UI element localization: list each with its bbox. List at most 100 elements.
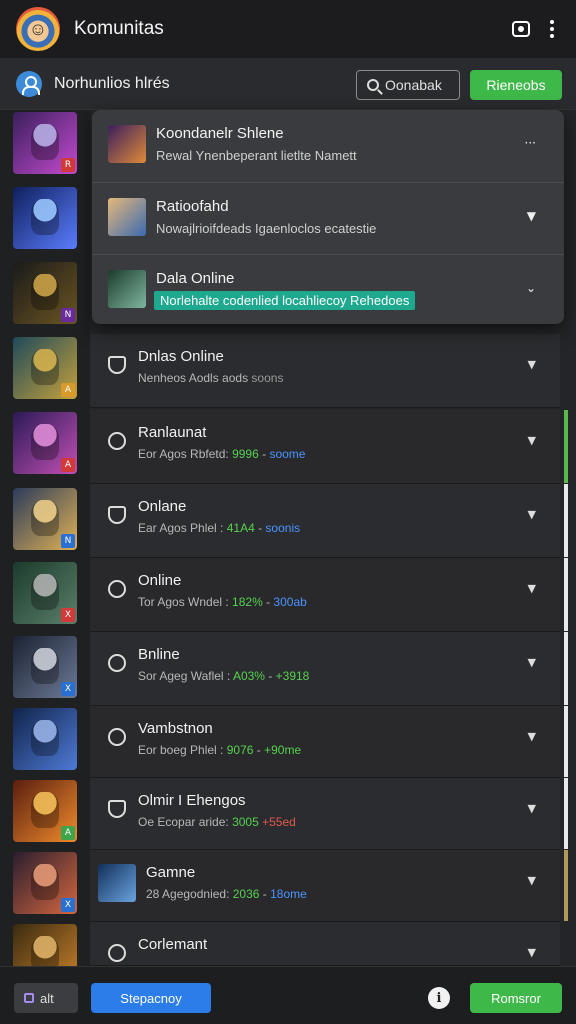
popover-item-title: Koondanelr Shlene bbox=[156, 125, 284, 142]
chevron-down-icon[interactable]: ▼ bbox=[528, 582, 536, 595]
list-item[interactable]: Onlane Ear Agos Phlel : 41A4 - soonis ▼ bbox=[90, 484, 568, 558]
shield-icon bbox=[108, 506, 126, 524]
popover-item-subtitle: Rewal Ynenbeperant lietlte Namett bbox=[156, 148, 357, 163]
character-figure bbox=[31, 864, 59, 900]
popover-item[interactable]: Koondanelr Shlene Rewal Ynenbeperant liet… bbox=[92, 110, 564, 180]
row-subtitle: Nenheos Aodls aods soons bbox=[138, 371, 283, 385]
row-subtitle-part: 3005 bbox=[232, 815, 259, 829]
row-thumbnail bbox=[98, 864, 136, 902]
list-item[interactable]: Olmir I Ehengos Oe Ecopar aride: 3005 +55… bbox=[90, 778, 568, 850]
row-subtitle: Eor boeg Phlel : 9076 - +90me bbox=[138, 743, 301, 757]
row-subtitle-part: 18ome bbox=[270, 887, 307, 901]
status-icon bbox=[108, 728, 126, 746]
more-icon[interactable]: ··· bbox=[525, 136, 536, 150]
popover-item-subtitle: Norlehalte codenlied locahliecoy Rehedoe… bbox=[154, 291, 416, 310]
thumbnail-badge: A bbox=[61, 458, 75, 472]
chevron-down-icon[interactable]: ⌄ bbox=[526, 281, 536, 295]
row-subtitle-part: Sor Ageg Waflel : bbox=[138, 669, 233, 683]
row-subtitle: 28 Agegodnied: 2036 - 18ome bbox=[146, 887, 307, 901]
chevron-down-icon[interactable]: ▼ bbox=[528, 946, 536, 959]
info-icon[interactable]: i bbox=[428, 987, 450, 1009]
secondary-action-button[interactable]: Stepacnoy bbox=[91, 983, 211, 1013]
game-thumbnail[interactable] bbox=[13, 187, 77, 249]
row-subtitle-part: Nenheos Aodls aods bbox=[138, 371, 249, 385]
chevron-down-icon[interactable]: ▼ bbox=[527, 209, 536, 223]
character-figure bbox=[31, 349, 59, 385]
character-figure bbox=[31, 124, 59, 160]
list-item[interactable]: Corlemant ▼ bbox=[90, 922, 560, 966]
row-subtitle-part: +3918 bbox=[275, 669, 310, 683]
row-subtitle-part: - bbox=[264, 669, 276, 683]
game-thumbnail[interactable]: R bbox=[13, 112, 77, 174]
row-subtitle-part: +90me bbox=[264, 743, 302, 757]
popover-item[interactable]: Dala Online Norlehalte codenlied locahlie… bbox=[92, 254, 564, 324]
chevron-down-icon[interactable]: ▼ bbox=[528, 434, 536, 447]
chevron-down-icon[interactable]: ▼ bbox=[528, 802, 536, 815]
user-icon[interactable] bbox=[16, 70, 42, 97]
game-thumbnail[interactable]: X bbox=[13, 852, 77, 914]
list-item[interactable]: Dnlas Online Nenheos Aodls aods soons ▼ bbox=[90, 334, 560, 408]
chevron-down-icon[interactable]: ▼ bbox=[528, 874, 536, 887]
row-subtitle-part: Ear Agos Phlel : bbox=[138, 521, 227, 535]
row-subtitle-part: 2036 bbox=[232, 887, 260, 901]
game-thumbnail[interactable]: A bbox=[13, 412, 77, 474]
game-thumbnail[interactable]: N bbox=[13, 488, 77, 550]
status-icon bbox=[108, 580, 126, 598]
sub-header: Norhunlios hlrés Oonabak Rieneobs bbox=[0, 58, 576, 110]
list-item[interactable]: Vambstnon Eor boeg Phlel : 9076 - +90me ▼ bbox=[90, 706, 568, 778]
status-icon bbox=[108, 432, 126, 450]
popover-item[interactable]: Ratioofahd Nowajlrioifdeads Igaenloclos e… bbox=[92, 182, 564, 252]
app-title: Komunitas bbox=[74, 18, 164, 39]
row-subtitle-part: 300ab bbox=[273, 595, 307, 609]
row-subtitle-part: 9076 bbox=[226, 743, 254, 757]
row-title: Onlane bbox=[138, 498, 187, 515]
row-subtitle-part: - bbox=[259, 887, 271, 901]
row-subtitle-part: soonis bbox=[265, 521, 301, 535]
game-thumbnail[interactable]: X bbox=[13, 562, 77, 624]
game-thumbnail[interactable]: N bbox=[13, 262, 77, 324]
game-thumbnail[interactable]: A bbox=[13, 337, 77, 399]
app-logo-icon[interactable]: ☺ bbox=[16, 7, 60, 51]
character-figure bbox=[31, 424, 59, 460]
row-title: Ranlaunat bbox=[138, 424, 207, 441]
thumbnail-badge: N bbox=[61, 534, 75, 548]
status-icon bbox=[108, 654, 126, 672]
game-thumbnail[interactable]: X bbox=[13, 636, 77, 698]
confirm-button[interactable]: Romsror bbox=[470, 983, 562, 1013]
character-figure bbox=[31, 574, 59, 610]
filter-button[interactable]: alt bbox=[14, 983, 78, 1013]
row-subtitle-part: 28 Agegodnied: bbox=[146, 887, 233, 901]
row-subtitle: Tor Agos Wndel : 182% - 300ab bbox=[138, 595, 307, 609]
character-figure bbox=[31, 274, 59, 310]
character-figure bbox=[31, 648, 59, 684]
search-button[interactable]: Oonabak bbox=[356, 70, 460, 100]
row-subtitle-part: +55ed bbox=[262, 815, 296, 829]
chevron-down-icon[interactable]: ▼ bbox=[528, 358, 536, 371]
row-subtitle-part: A03% bbox=[232, 669, 265, 683]
row-title: Online bbox=[138, 572, 182, 589]
primary-button[interactable]: Rieneobs bbox=[470, 70, 562, 100]
game-thumbnail[interactable]: A bbox=[13, 780, 77, 842]
more-options-icon[interactable] bbox=[550, 20, 554, 38]
list-item[interactable]: Bnline Sor Ageg Waflel : A03% - +3918 ▼ bbox=[90, 632, 568, 706]
chevron-down-icon[interactable]: ▼ bbox=[528, 508, 536, 521]
status-accent-bar bbox=[564, 850, 568, 921]
game-thumbnail[interactable] bbox=[13, 708, 77, 770]
chevron-down-icon[interactable]: ▼ bbox=[528, 730, 536, 743]
chevron-down-icon[interactable]: ▼ bbox=[528, 656, 536, 669]
row-subtitle: Ear Agos Phlel : 41A4 - soonis bbox=[138, 521, 300, 535]
sub-header-title: Norhunlios hlrés bbox=[54, 74, 170, 92]
row-subtitle-part: Eor Agos Rbfetd: bbox=[138, 447, 233, 461]
popover-item-thumbnail bbox=[108, 270, 146, 308]
list-item[interactable]: Online Tor Agos Wndel : 182% - 300ab ▼ bbox=[90, 558, 568, 632]
row-subtitle-part: 41A4 bbox=[226, 521, 255, 535]
list-item[interactable]: Gamne 28 Agegodnied: 2036 - 18ome ▼ bbox=[90, 850, 568, 922]
row-subtitle-part: soome bbox=[269, 447, 306, 461]
filter-icon bbox=[24, 993, 34, 1003]
status-accent-bar bbox=[564, 632, 568, 705]
list-item[interactable]: Ranlaunat Eor Agos Rbfetd: 9996 - soome ▼ bbox=[90, 410, 568, 484]
popover-item-subtitle: Nowajlrioifdeads Igaenloclos ecatestie bbox=[156, 221, 377, 236]
popover-item-thumbnail bbox=[108, 198, 146, 236]
camera-icon[interactable] bbox=[510, 18, 532, 40]
row-subtitle-part: Oe Ecopar aride: bbox=[138, 815, 233, 829]
